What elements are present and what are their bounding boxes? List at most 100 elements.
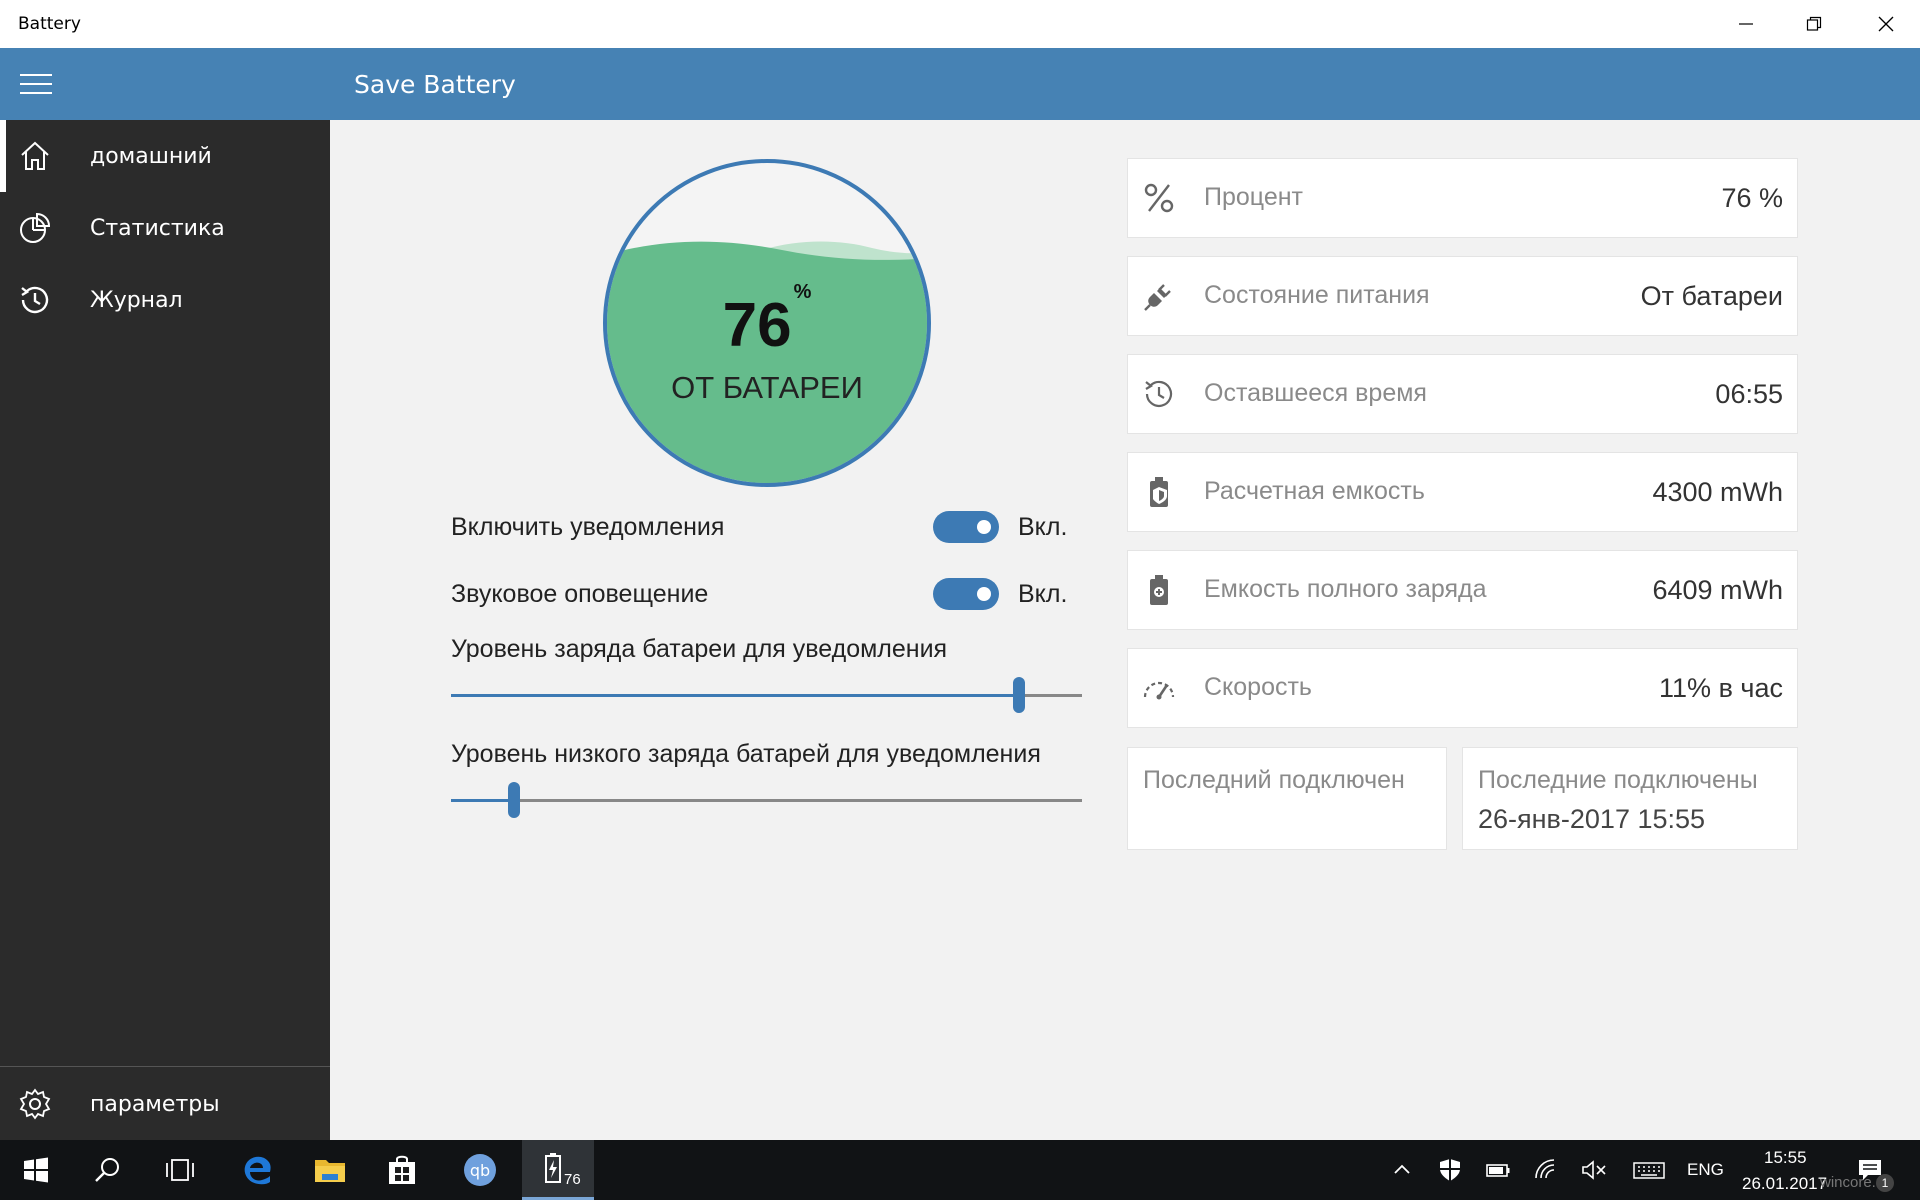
info-value: 11% в час (1659, 673, 1783, 703)
notification-count-badge: 1 (1876, 1174, 1894, 1192)
file-explorer-button[interactable] (294, 1140, 366, 1200)
slider-fill (451, 694, 1019, 697)
app-header: Save Battery (0, 48, 1920, 120)
app-title: Save Battery (354, 70, 516, 99)
minimize-icon (1739, 23, 1753, 25)
slider-fill (451, 799, 515, 802)
info-card-remaining-time: Оставшееся время 06:55 (1127, 354, 1798, 434)
low-level-slider[interactable] (451, 782, 1082, 818)
hamburger-menu-icon[interactable] (20, 72, 52, 96)
clock-time[interactable]: 15:55 (1764, 1148, 1807, 1168)
slider-thumb[interactable] (1012, 677, 1025, 713)
wifi-icon[interactable] (1532, 1156, 1560, 1184)
language-indicator[interactable]: ENG (1687, 1160, 1724, 1180)
sidebar-item-label: параметры (90, 1091, 220, 1117)
store-button[interactable] (366, 1140, 438, 1200)
task-view-icon (166, 1159, 194, 1181)
defender-shield-icon[interactable] (1436, 1156, 1464, 1184)
info-label: Оставшееся время (1204, 379, 1427, 407)
folder-icon (315, 1160, 345, 1182)
toggle-knob (977, 520, 991, 534)
sidebar-item-label: Журнал (90, 287, 183, 313)
gauge-percent-unit: % (793, 281, 812, 304)
info-label: Скорость (1204, 673, 1312, 701)
info-value: От батареи (1640, 281, 1783, 311)
notifications-toggle[interactable] (933, 511, 999, 543)
notifications-toggle-state: Вкл. (1018, 513, 1068, 541)
last-connected-alt-label: Последние подключены (1478, 766, 1758, 794)
slider-thumb[interactable] (508, 782, 521, 818)
last-connected-alt-value: 26-янв-2017 15:55 (1478, 804, 1706, 834)
battery-plus-icon (1150, 575, 1168, 605)
main-content: 76% ОТ БАТАРЕИ Включить уведомления Вкл.… (330, 120, 1920, 1140)
history-icon (21, 286, 49, 314)
info-card-full-capacity: Емкость полного заряда 6409 mWh (1127, 550, 1798, 630)
search-icon (95, 1158, 119, 1182)
edge-icon (244, 1156, 271, 1185)
info-card-rate: Скорость 11% в час (1127, 648, 1798, 728)
info-value: 76 % (1721, 183, 1783, 213)
info-value: 06:55 (1715, 379, 1783, 409)
svg-text:qb: qb (470, 1161, 490, 1180)
last-connected-card: Последний подключен (1127, 747, 1447, 850)
info-value: 6409 mWh (1652, 575, 1783, 605)
sidebar-item-statistics[interactable]: Статистика (0, 192, 330, 264)
plug-icon (1144, 284, 1171, 311)
gauge-percent: 76% (602, 281, 932, 361)
clock-date[interactable]: 26.01.2017 (1742, 1174, 1827, 1194)
gauge-percent-value: 76 (722, 291, 792, 360)
qbittorrent-button[interactable]: qb (444, 1140, 516, 1200)
minimize-button[interactable] (1712, 0, 1780, 48)
info-label: Состояние питания (1204, 281, 1430, 309)
sidebar-item-home[interactable]: домашний (0, 120, 330, 192)
sidebar-item-label: Статистика (90, 215, 225, 241)
sidebar-item-journal[interactable]: Журнал (0, 264, 330, 336)
last-connected-alt-card: Последние подключены 26-янв-2017 15:55 (1462, 747, 1798, 850)
start-button[interactable] (0, 1140, 72, 1200)
qbittorrent-icon: qb (464, 1154, 496, 1186)
windows-logo-icon (24, 1157, 48, 1183)
info-label: Расчетная емкость (1204, 477, 1425, 505)
low-level-label: Уровень низкого заряда батарей для уведо… (451, 740, 1041, 768)
gauge-state: ОТ БАТАРЕИ (671, 370, 863, 405)
info-card-design-capacity: Расчетная емкость 4300 mWh (1127, 452, 1798, 532)
close-icon (1878, 16, 1894, 32)
sound-alert-toggle-state: Вкл. (1018, 580, 1068, 608)
gear-icon (19, 1088, 51, 1120)
info-label: Процент (1204, 183, 1303, 211)
last-connected-label: Последний подключен (1143, 766, 1405, 794)
volume-muted-icon[interactable] (1580, 1156, 1608, 1184)
close-button[interactable] (1852, 0, 1920, 48)
pie-chart-icon (20, 212, 51, 243)
window-title: Battery (18, 14, 81, 34)
sidebar-item-label: домашний (90, 143, 212, 169)
battery-tray-icon[interactable] (1484, 1156, 1512, 1184)
info-label: Емкость полного заряда (1204, 575, 1487, 603)
home-icon (21, 141, 49, 170)
sound-alert-toggle[interactable] (933, 578, 999, 610)
taskbar: qb 76 ENG 15:55 26.01.2017 wincore.ru 1 (0, 1140, 1920, 1200)
chevron-up-icon[interactable] (1388, 1156, 1416, 1184)
restore-icon (1806, 16, 1822, 31)
store-bag-icon (389, 1155, 415, 1184)
speedometer-icon (1143, 681, 1175, 700)
info-card-percent: Процент 76 % (1127, 158, 1798, 238)
sidebar-divider (0, 1066, 330, 1067)
percent-icon (1144, 183, 1174, 213)
sidebar: домашний Статистика Журнал параметры (0, 120, 330, 1140)
title-bar: Battery (0, 0, 1920, 48)
search-button[interactable] (72, 1140, 144, 1200)
edge-browser-button[interactable] (222, 1140, 294, 1200)
toggle-knob (977, 587, 991, 601)
keyboard-icon[interactable] (1632, 1156, 1666, 1184)
charge-level-slider[interactable] (451, 677, 1082, 713)
info-card-power-state: Состояние питания От батареи (1127, 256, 1798, 336)
info-value: 4300 mWh (1652, 477, 1783, 507)
notifications-label: Включить уведомления (451, 513, 725, 541)
battery-app-taskbar-button[interactable]: 76 (522, 1140, 594, 1200)
task-view-button[interactable] (144, 1140, 216, 1200)
sidebar-item-settings[interactable]: параметры (0, 1068, 330, 1140)
restore-button[interactable] (1780, 0, 1848, 48)
battery-shield-icon (1150, 477, 1168, 507)
sound-alert-label: Звуковое оповещение (451, 580, 709, 608)
